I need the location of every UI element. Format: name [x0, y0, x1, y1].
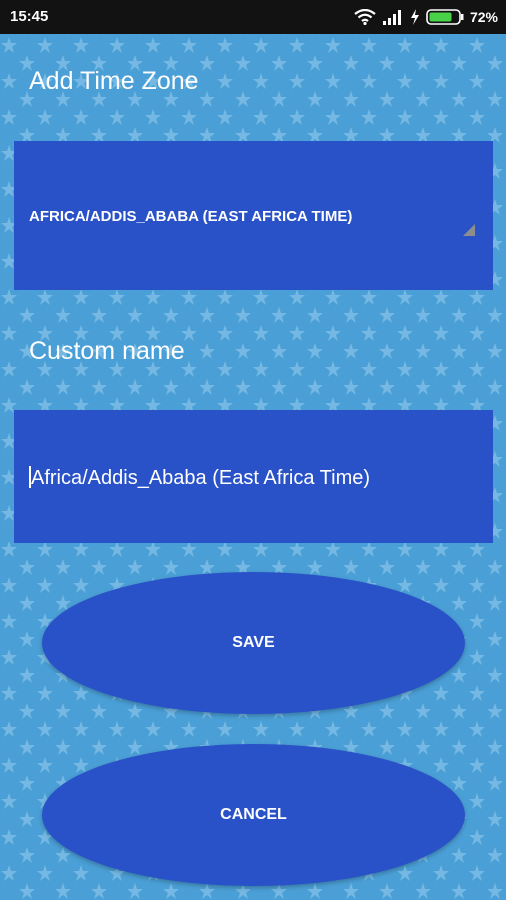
timezone-spinner[interactable]: AFRICA/ADDIS_ABABA (EAST AFRICA TIME) [14, 141, 493, 290]
custom-name-value: Africa/Addis_Ababa (East Africa Time) [29, 466, 370, 490]
page-title: Add Time Zone [29, 67, 199, 95]
timezone-selected-value: AFRICA/ADDIS_ABABA (EAST AFRICA TIME) [29, 208, 353, 225]
custom-name-field[interactable]: Africa/Addis_Ababa (East Africa Time) [14, 410, 493, 543]
status-icons: 72% [354, 7, 498, 27]
dropdown-arrow-icon [463, 223, 475, 241]
charging-icon [410, 9, 420, 25]
cancel-button[interactable]: CANCEL [42, 744, 465, 886]
save-button[interactable]: SAVE [42, 572, 465, 714]
battery-percent: 72% [469, 9, 498, 25]
signal-icon [382, 9, 404, 25]
status-bar: 15:45 72% [0, 0, 506, 34]
custom-name-label: Custom name [29, 337, 185, 365]
battery-icon [426, 9, 464, 25]
status-time: 15:45 [10, 8, 49, 25]
custom-name-text: Africa/Addis_Ababa (East Africa Time) [31, 467, 371, 489]
wifi-icon [354, 9, 376, 25]
